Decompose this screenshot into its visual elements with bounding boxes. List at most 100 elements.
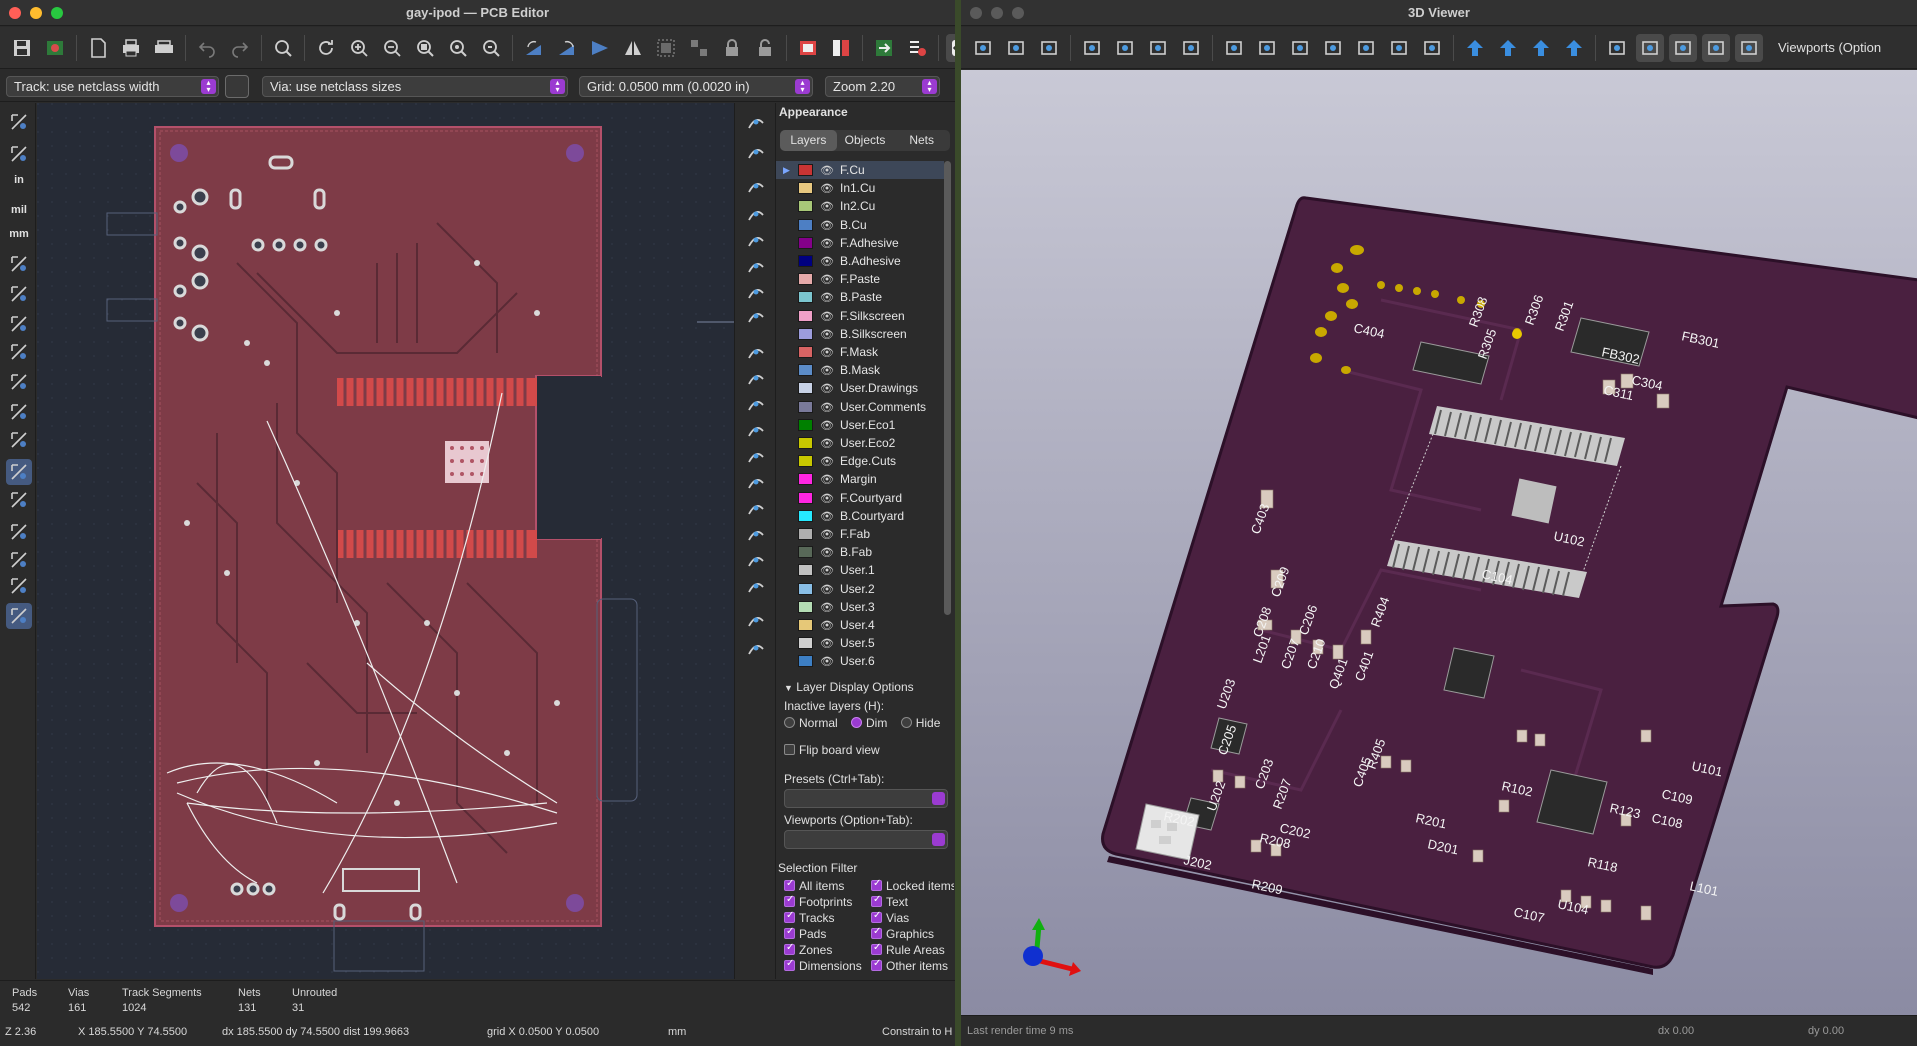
track-width-select[interactable]: Track: use netclass width ▴ ▾ xyxy=(6,76,219,97)
page-settings-icon[interactable] xyxy=(84,34,112,62)
layer-color-swatch[interactable] xyxy=(798,364,813,377)
tab-nets[interactable]: Nets xyxy=(893,130,950,151)
zoom-out-icon[interactable] xyxy=(378,34,406,62)
pcb-canvas[interactable] xyxy=(37,103,734,979)
layer-color-swatch[interactable] xyxy=(798,164,813,176)
eye-icon[interactable]: 👁 xyxy=(820,490,834,508)
show-bbox-icon[interactable] xyxy=(1735,33,1763,62)
layer-row[interactable]: ▶ 👁 F.Cu xyxy=(776,161,944,179)
selection-filter-item[interactable]: Tracks xyxy=(784,911,870,925)
cursor-icon[interactable] xyxy=(6,251,32,277)
layer-row[interactable]: 👁 F.Courtyard xyxy=(776,489,944,507)
layer-row[interactable]: 👁 B.Silkscreen xyxy=(776,325,944,343)
footprint-editor-icon[interactable] xyxy=(794,34,822,62)
layer-row[interactable]: 👁 F.Silkscreen xyxy=(776,307,944,325)
selection-filter-item[interactable]: Vias xyxy=(871,911,954,925)
copy-image-icon[interactable] xyxy=(1002,34,1030,62)
zoom-select[interactable]: Zoom 2.20 ▴ ▾ xyxy=(825,76,940,97)
eye-icon[interactable]: 👁 xyxy=(820,253,834,271)
layer-row[interactable]: 👁 B.Adhesive xyxy=(776,252,944,270)
eye-icon[interactable]: 👁 xyxy=(820,635,834,653)
footprint-add-icon[interactable] xyxy=(743,173,769,199)
update-from-schematic-icon[interactable] xyxy=(870,34,898,62)
eye-icon[interactable]: 👁 xyxy=(820,417,834,435)
rotate-z-icon[interactable] xyxy=(1352,34,1380,62)
layer-color-swatch[interactable] xyxy=(798,182,813,195)
rotate-cw-icon[interactable] xyxy=(553,34,581,62)
checkbox[interactable] xyxy=(871,895,882,907)
layer-color-swatch[interactable] xyxy=(798,655,813,668)
selection-filter-item[interactable]: Footprints xyxy=(784,895,870,909)
checkbox[interactable] xyxy=(871,943,882,955)
show-th-icon[interactable] xyxy=(1636,33,1664,62)
rotate-y-ccw-icon[interactable] xyxy=(1319,34,1347,62)
checkbox[interactable] xyxy=(784,943,795,955)
eye-icon[interactable]: 👁 xyxy=(820,162,834,180)
route-track-icon[interactable] xyxy=(743,201,769,227)
move-left-icon[interactable] xyxy=(1461,34,1489,62)
eye-icon[interactable]: 👁 xyxy=(820,599,834,617)
layer-list-scrollbar[interactable] xyxy=(944,161,951,615)
layer-row[interactable]: 👁 User.Comments xyxy=(776,398,944,416)
lock-icon[interactable] xyxy=(718,34,746,62)
drc-icon[interactable] xyxy=(903,34,931,62)
move-up-icon[interactable] xyxy=(1527,34,1555,62)
ungroup-icon[interactable] xyxy=(685,34,713,62)
eye-icon[interactable]: 👁 xyxy=(820,326,834,344)
board-setup-icon[interactable] xyxy=(41,34,69,62)
eye-icon[interactable]: 👁 xyxy=(820,308,834,326)
layer-row[interactable]: 👁 B.Mask xyxy=(776,361,944,379)
layer-color-swatch[interactable] xyxy=(798,218,813,231)
layer-row[interactable]: 👁 User.Drawings xyxy=(776,379,944,397)
close-window-button[interactable] xyxy=(9,7,21,19)
radio-hide[interactable] xyxy=(900,717,912,728)
find-icon[interactable] xyxy=(269,34,297,62)
layer-color-swatch[interactable] xyxy=(798,437,813,449)
highlight-net-icon[interactable] xyxy=(6,547,32,573)
checkbox[interactable] xyxy=(784,879,795,891)
checkbox[interactable] xyxy=(871,959,882,971)
eye-icon[interactable]: 👁 xyxy=(820,217,834,235)
save-icon[interactable] xyxy=(8,34,36,62)
eye-icon[interactable]: 👁 xyxy=(820,271,834,289)
board-3d-icon[interactable] xyxy=(1035,34,1063,62)
rotate-z-ccw-icon[interactable] xyxy=(1385,34,1413,62)
layer-color-swatch[interactable] xyxy=(798,346,813,358)
checkbox[interactable] xyxy=(784,959,795,971)
redo-icon[interactable] xyxy=(226,34,254,62)
layer-row[interactable]: 👁 B.Fab xyxy=(776,543,944,561)
layer-color-swatch[interactable] xyxy=(798,200,813,213)
layer-row[interactable]: 👁 F.Paste xyxy=(776,270,944,288)
unit-in-button[interactable]: in xyxy=(6,167,32,193)
eye-icon[interactable]: 👁 xyxy=(820,526,834,544)
auto-width-icon[interactable] xyxy=(225,75,249,98)
layer-color-swatch[interactable] xyxy=(798,582,813,595)
plot-icon[interactable] xyxy=(150,34,178,62)
layer-row[interactable]: 👁 User.3 xyxy=(776,598,944,616)
print-icon[interactable] xyxy=(117,34,145,62)
layer-row[interactable]: 👁 B.Paste xyxy=(776,288,944,306)
eye-icon[interactable]: 👁 xyxy=(820,344,834,362)
eye-icon[interactable]: 👁 xyxy=(820,362,834,380)
checkbox[interactable] xyxy=(784,895,795,907)
zoom-fit-icon[interactable] xyxy=(1177,34,1205,62)
layer-color-swatch[interactable] xyxy=(798,455,813,468)
layer-color-swatch[interactable] xyxy=(798,491,813,504)
layer-color-swatch[interactable] xyxy=(798,273,813,286)
eye-icon[interactable]: 👁 xyxy=(820,653,834,671)
show-zones-icon[interactable] xyxy=(6,369,32,395)
radio-normal[interactable] xyxy=(784,717,795,728)
reload-icon[interactable] xyxy=(1078,34,1106,62)
vias-fill-icon[interactable] xyxy=(6,459,32,485)
eye-icon[interactable]: 👁 xyxy=(820,544,834,562)
export-image-icon[interactable] xyxy=(969,34,997,62)
pads-fill-icon[interactable] xyxy=(6,427,32,453)
viewer-3d-canvas[interactable]: R301 R306 R308 R305 C403 C209 C208 C206 C207 C210… xyxy=(961,70,1917,1015)
minimize-window-button[interactable] xyxy=(30,7,42,19)
scripting-icon[interactable] xyxy=(946,33,955,62)
tracks-fill-icon[interactable] xyxy=(6,487,32,513)
rule-area-icon[interactable] xyxy=(743,303,769,329)
properties-icon[interactable] xyxy=(6,603,32,629)
selection-filter-item[interactable]: Rule Areas xyxy=(871,943,954,957)
move-down-icon[interactable] xyxy=(1560,34,1588,62)
